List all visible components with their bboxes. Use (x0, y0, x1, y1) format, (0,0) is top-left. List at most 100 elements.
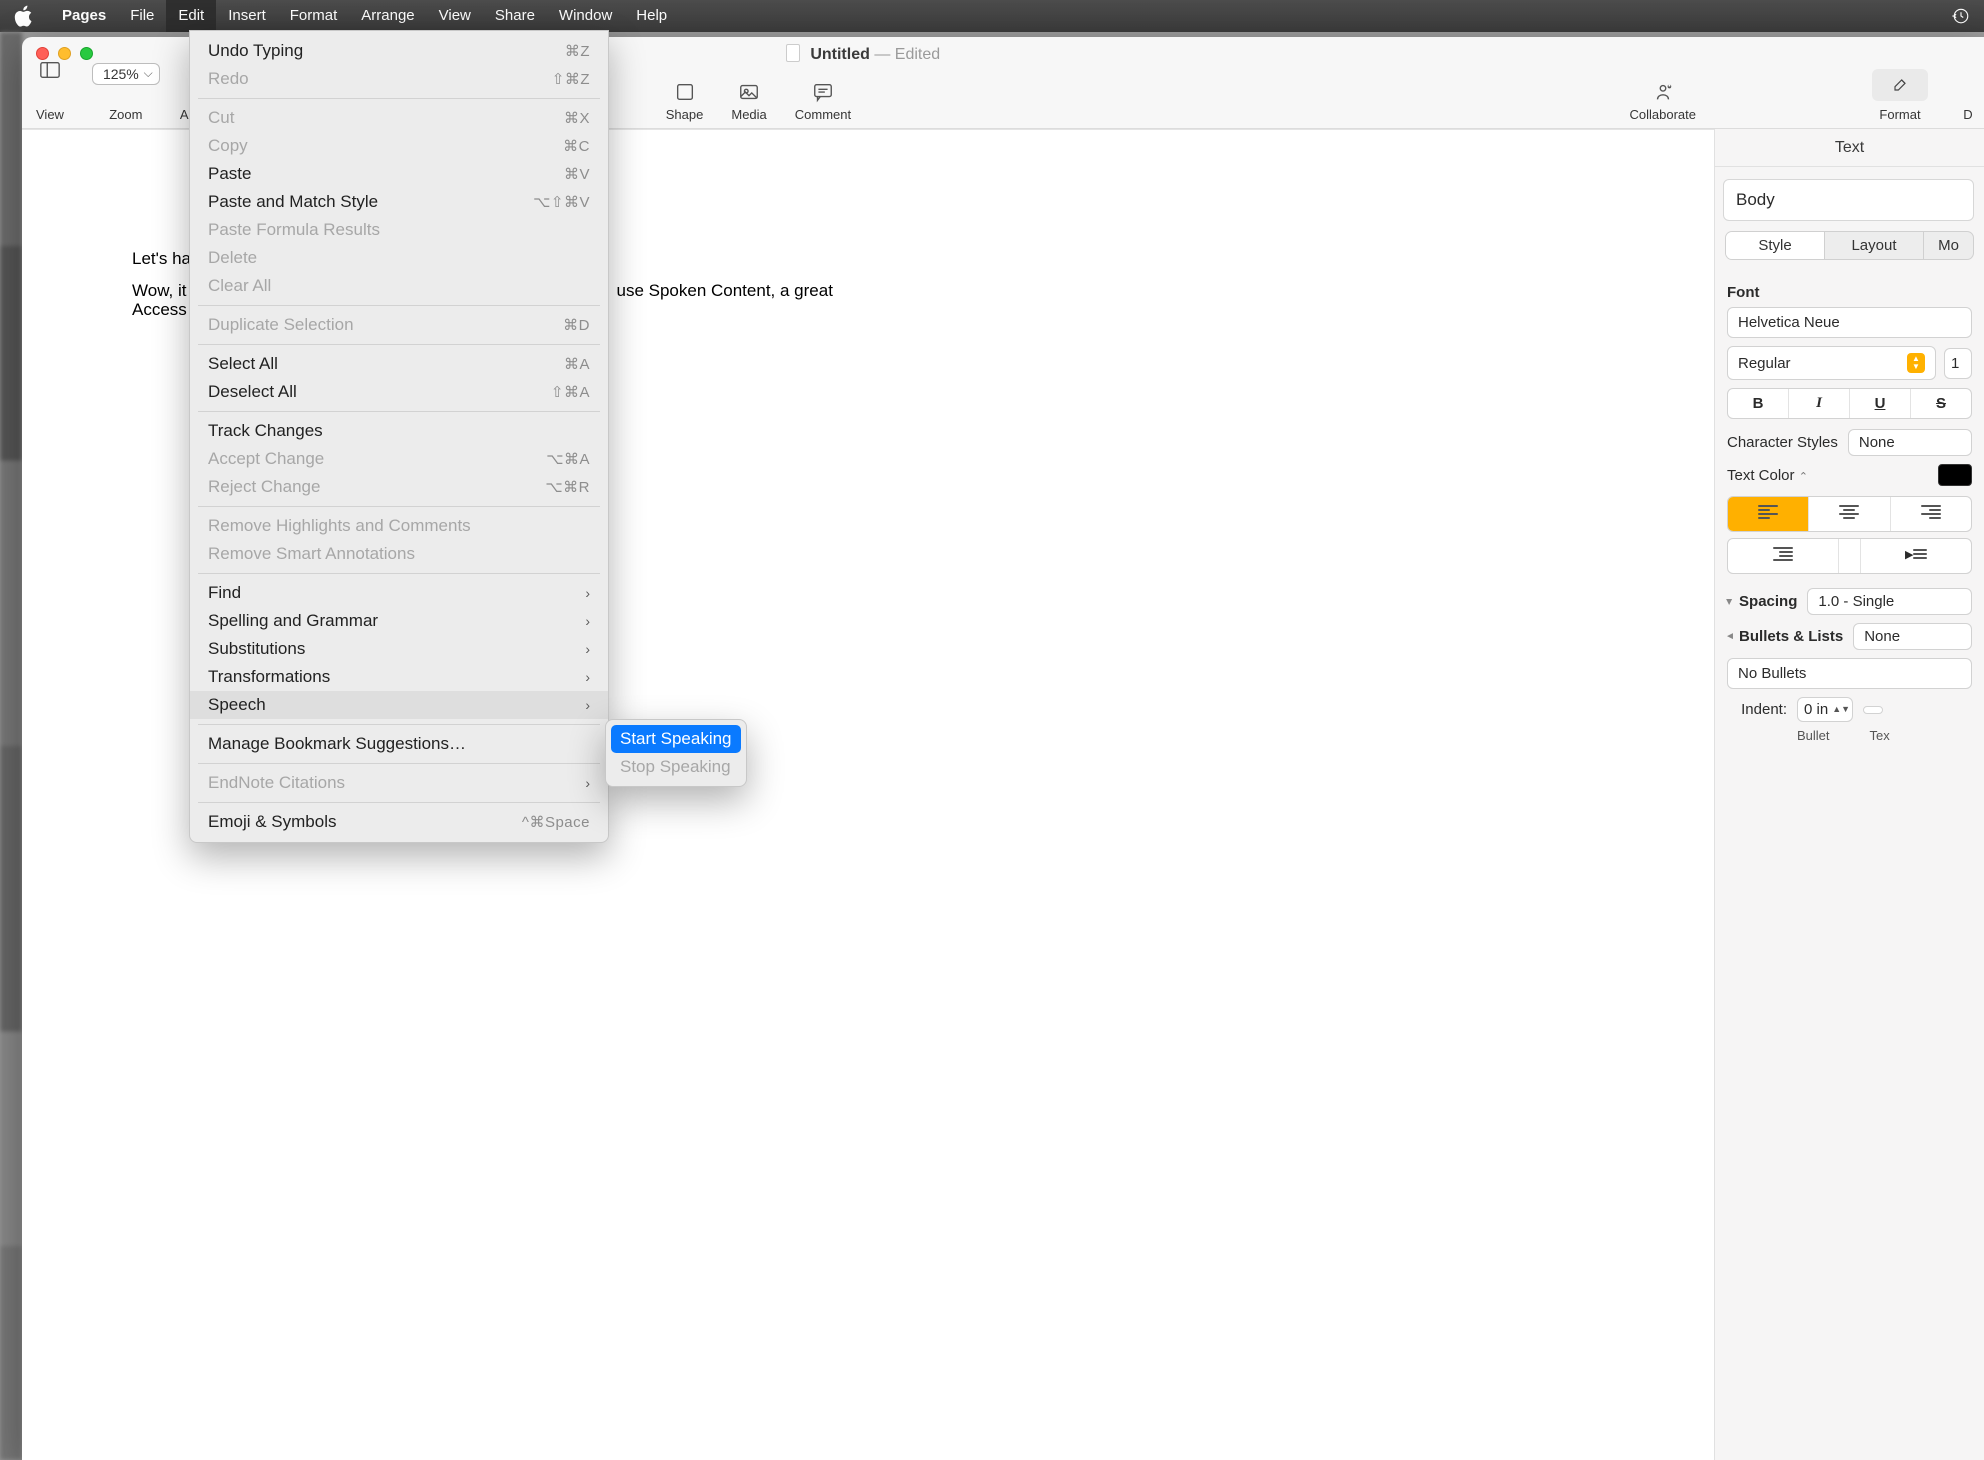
inspector-tab-text[interactable]: Text (1715, 129, 1984, 167)
indent-icon (1913, 547, 1927, 561)
menubar-arrange[interactable]: Arrange (349, 0, 426, 32)
menubar-edit[interactable]: Edit (166, 0, 216, 32)
menu-track-changes[interactable]: Track Changes (190, 417, 608, 445)
menubar-share[interactable]: Share (483, 0, 547, 32)
menu-paste-formula[interactable]: Paste Formula Results (190, 216, 608, 244)
menu-transformations[interactable]: Transformations› (190, 663, 608, 691)
format-brush-icon (1890, 75, 1910, 95)
menu-paste-match[interactable]: Paste and Match Style⌥⇧⌘V (190, 188, 608, 216)
menu-spelling[interactable]: Spelling and Grammar› (190, 607, 608, 635)
time-machine-icon[interactable] (1952, 7, 1970, 25)
menu-accept-change[interactable]: Accept Change⌥⌘A (190, 445, 608, 473)
menubar-app-name[interactable]: Pages (50, 0, 118, 32)
menu-paste[interactable]: Paste⌘V (190, 160, 608, 188)
menu-deselect-all[interactable]: Deselect All⇧⌘A (190, 378, 608, 406)
align-left-icon (1758, 503, 1778, 521)
toolbar-view[interactable]: View (36, 59, 64, 122)
align-right-button[interactable] (1891, 497, 1971, 531)
align-left-button[interactable] (1728, 497, 1809, 531)
spacing-select[interactable]: 1.0 - Single (1807, 588, 1972, 615)
toolbar-comment[interactable]: Comment (795, 81, 851, 122)
menu-select-all[interactable]: Select All⌘A (190, 350, 608, 378)
menu-bookmarks[interactable]: Manage Bookmark Suggestions… (190, 730, 608, 758)
toolbar-collaborate[interactable]: Collaborate (1630, 81, 1697, 122)
bullets-style-select[interactable]: No Bullets (1727, 658, 1972, 689)
alignment-buttons (1727, 496, 1972, 532)
segment-more[interactable]: Mo (1924, 232, 1973, 259)
menu-find[interactable]: Find› (190, 579, 608, 607)
document-name: Untitled (810, 46, 870, 63)
text-indent-field[interactable] (1863, 706, 1883, 714)
menu-undo[interactable]: Undo Typing⌘Z (190, 37, 608, 65)
text-color-label: Text Color ⌃ (1727, 467, 1808, 484)
toolbar-media[interactable]: Media (731, 81, 766, 122)
chevron-right-icon: › (585, 613, 590, 629)
bullet-sublabel: Bullet (1797, 728, 1830, 743)
bullet-indent-field[interactable]: 0 in▲▼ (1797, 697, 1853, 722)
toolbar-zoom[interactable]: 125% Zoom (92, 63, 160, 122)
speech-submenu: Start Speaking Stop Speaking (605, 719, 747, 787)
menubar-window[interactable]: Window (547, 0, 624, 32)
chevron-right-icon: › (585, 775, 590, 791)
segment-layout[interactable]: Layout (1825, 232, 1923, 259)
menu-copy[interactable]: Copy⌘C (190, 132, 608, 160)
document-icon (786, 44, 800, 62)
menu-endnote[interactable]: EndNote Citations› (190, 769, 608, 797)
strikethrough-button[interactable]: S (1911, 389, 1971, 418)
bold-button[interactable]: B (1728, 389, 1789, 418)
paragraph-style-select[interactable]: Body (1723, 179, 1974, 221)
menu-clear-all[interactable]: Clear All (190, 272, 608, 300)
spacing-label[interactable]: ▸Spacing (1727, 593, 1797, 610)
bullets-value-select[interactable]: None (1853, 623, 1972, 650)
indent-buttons: ▶ (1727, 538, 1972, 574)
chevron-right-icon: › (585, 585, 590, 601)
collaborate-icon (1652, 81, 1674, 103)
bullets-label[interactable]: ▸Bullets & Lists (1727, 628, 1843, 645)
font-style-buttons: B I U S (1727, 388, 1972, 419)
toolbar-document-truncated[interactable]: D (1956, 81, 1980, 122)
zoom-select[interactable]: 125% (92, 63, 160, 85)
menubar-help[interactable]: Help (624, 0, 679, 32)
stepper-icon[interactable]: ▲▼ (1832, 706, 1846, 713)
inspector-panel: Text Body Style Layout Mo Font Helvetica… (1714, 129, 1984, 1460)
outdent-icon (1773, 545, 1793, 563)
toolbar-format[interactable]: Format (1872, 69, 1928, 122)
menubar-format[interactable]: Format (278, 0, 350, 32)
menu-reject-change[interactable]: Reject Change⌥⌘R (190, 473, 608, 501)
menu-remove-highlights[interactable]: Remove Highlights and Comments (190, 512, 608, 540)
align-center-button[interactable] (1809, 497, 1890, 531)
toolbar-shape[interactable]: Shape (666, 81, 704, 122)
indent-button[interactable]: ▶ (1861, 539, 1971, 573)
menu-substitutions[interactable]: Substitutions› (190, 635, 608, 663)
menu-duplicate-selection[interactable]: Duplicate Selection⌘D (190, 311, 608, 339)
menu-delete[interactable]: Delete (190, 244, 608, 272)
character-styles-select[interactable]: None (1848, 429, 1972, 456)
document-status: Edited (895, 46, 940, 63)
font-style-select[interactable]: Regular ▲▼ (1727, 346, 1936, 380)
apple-logo-icon (14, 5, 32, 28)
menu-speech[interactable]: Speech› (190, 691, 608, 719)
italic-button[interactable]: I (1789, 389, 1850, 418)
menu-redo[interactable]: Redo⇧⌘Z (190, 65, 608, 93)
menubar-view[interactable]: View (427, 0, 483, 32)
dropdown-stepper-icon: ▲▼ (1907, 353, 1925, 373)
submenu-start-speaking[interactable]: Start Speaking (611, 725, 741, 753)
edit-menu: Undo Typing⌘Z Redo⇧⌘Z Cut⌘X Copy⌘C Paste… (189, 30, 609, 843)
font-family-select[interactable]: Helvetica Neue (1727, 307, 1972, 338)
align-right-icon (1921, 503, 1941, 521)
menu-cut[interactable]: Cut⌘X (190, 104, 608, 132)
font-size-field[interactable]: 1 (1944, 348, 1972, 379)
segment-style[interactable]: Style (1726, 232, 1824, 259)
desktop-background (0, 32, 22, 1460)
menubar-insert[interactable]: Insert (216, 0, 278, 32)
outdent-button[interactable] (1728, 539, 1839, 573)
menu-emoji[interactable]: Emoji & Symbols^⌘Space (190, 808, 608, 836)
menubar-file[interactable]: File (118, 0, 166, 32)
align-center-icon (1839, 503, 1859, 521)
comment-icon (812, 81, 834, 103)
underline-button[interactable]: U (1850, 389, 1911, 418)
menu-remove-smart[interactable]: Remove Smart Annotations (190, 540, 608, 568)
submenu-stop-speaking[interactable]: Stop Speaking (606, 753, 746, 781)
text-color-swatch[interactable] (1938, 464, 1972, 486)
inspector-segments: Style Layout Mo (1725, 231, 1974, 260)
